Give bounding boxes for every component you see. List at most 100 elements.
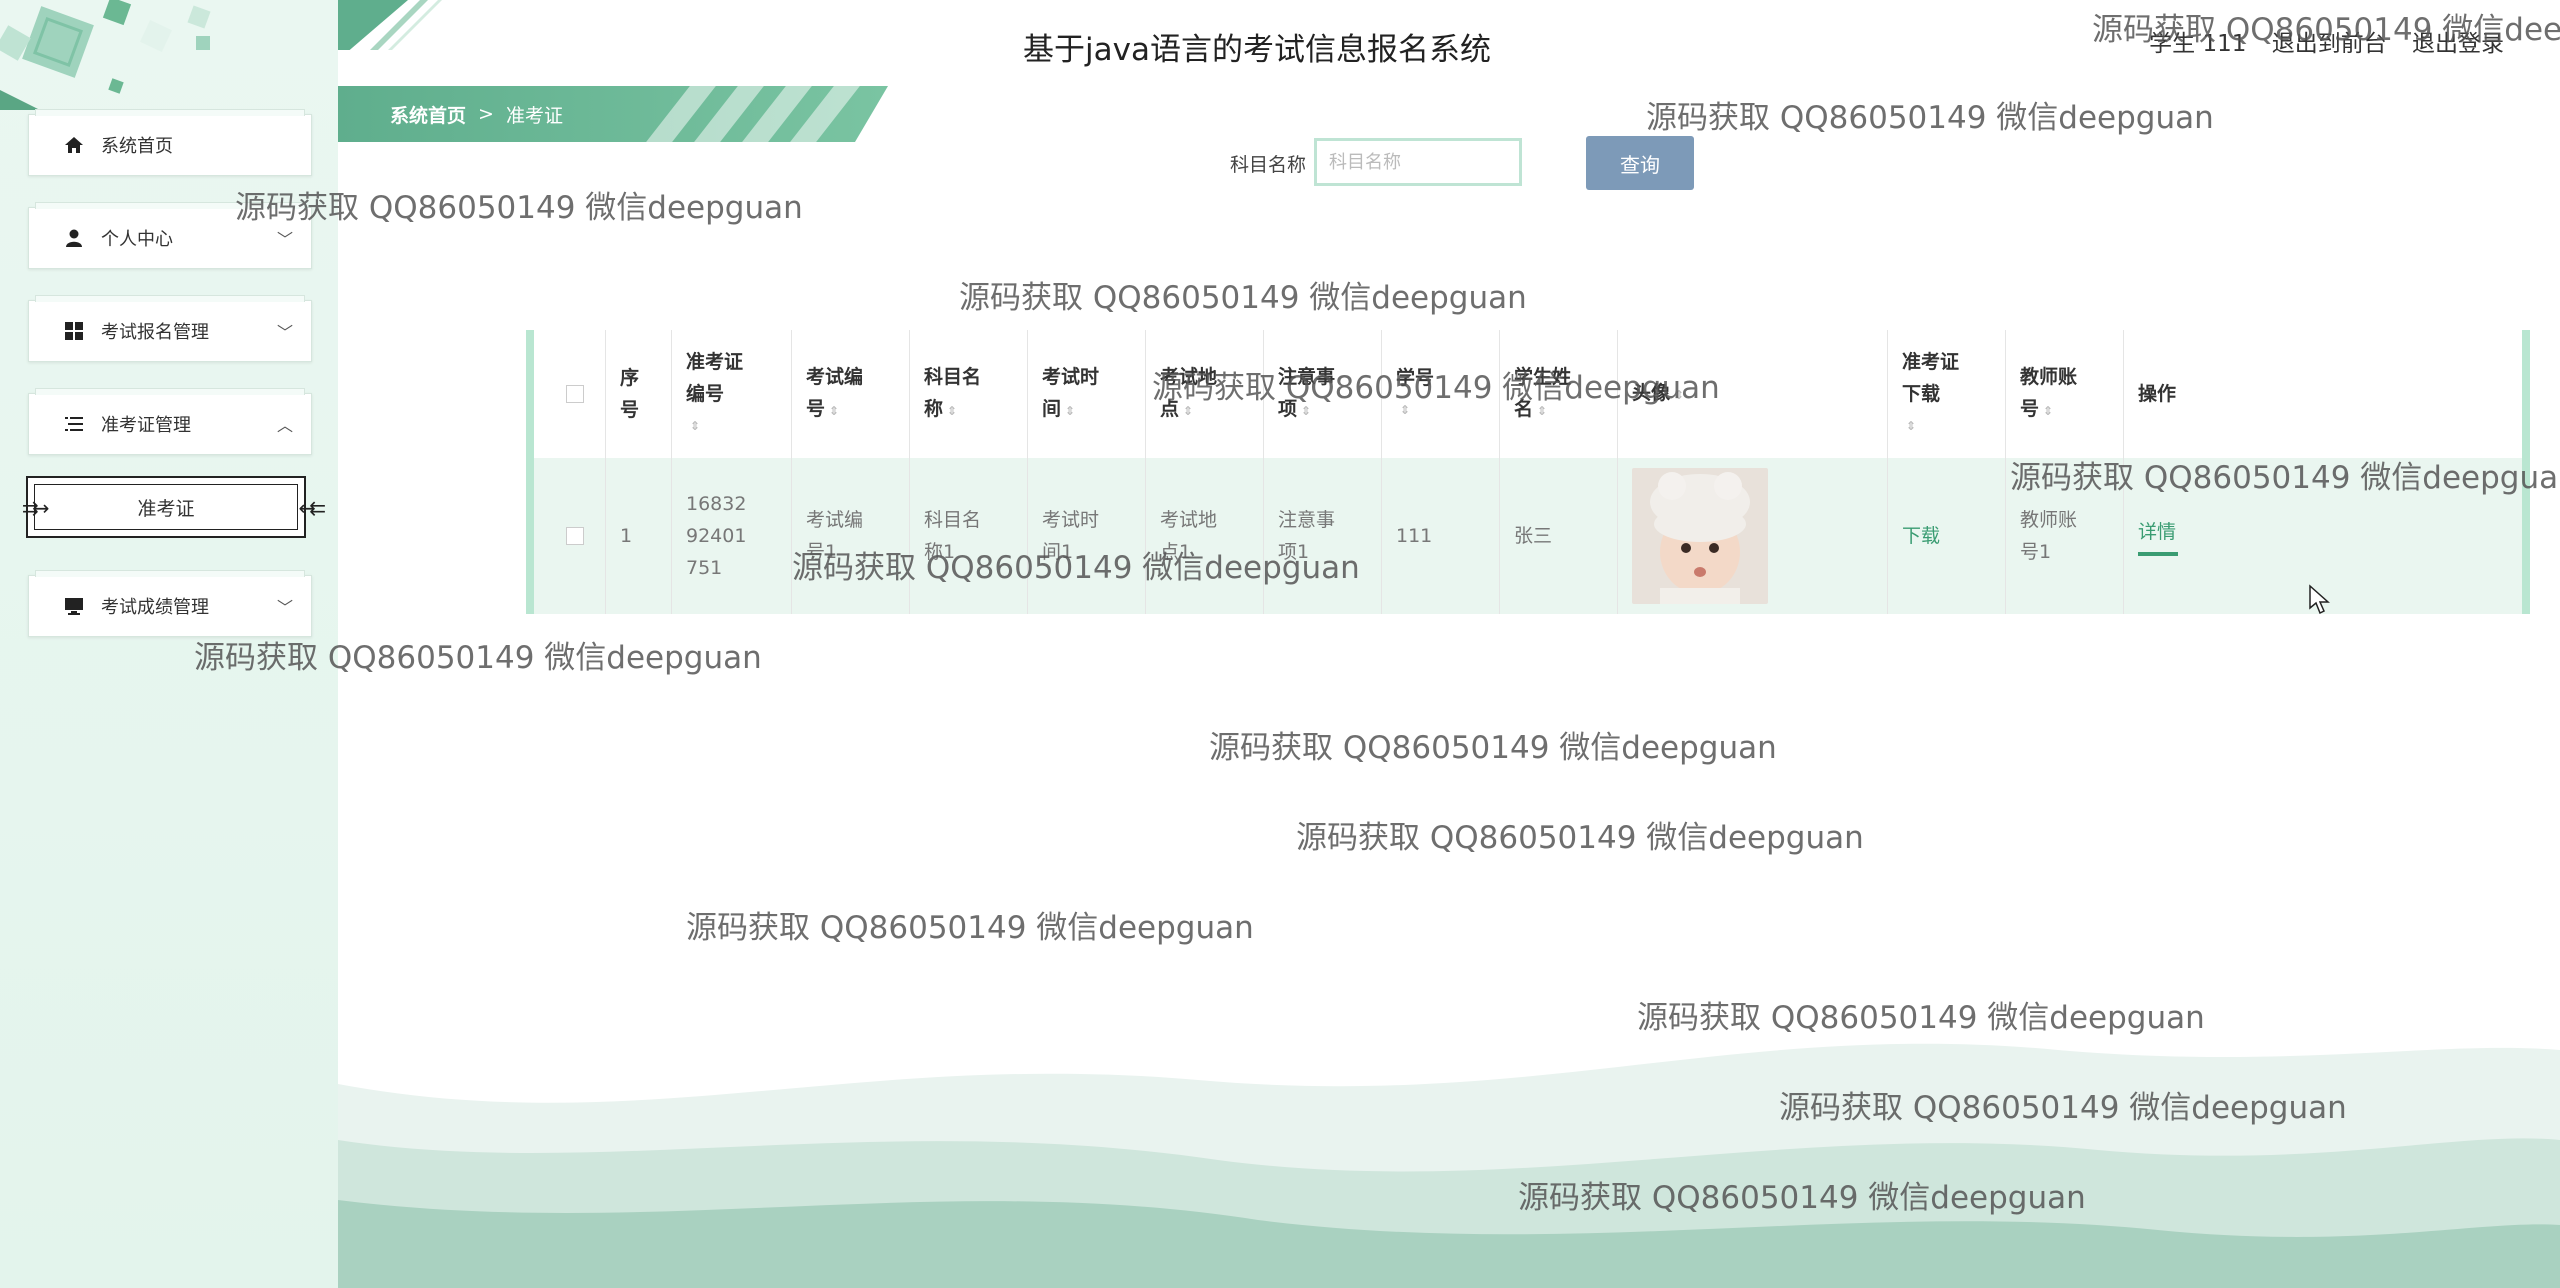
header-time[interactable]: 考试时 间 ⇕ [1028,330,1146,458]
breadcrumb-current: 准考证 [505,104,563,127]
cell-student-name: 张三 [1500,458,1618,614]
row-checkbox[interactable] [566,527,584,545]
header-text: 考试编 [806,366,864,388]
header-text: 准考证 [1902,351,1960,373]
header-text: 号 [2020,398,2040,420]
subject-search-input[interactable] [1314,138,1522,186]
user-icon [63,227,85,249]
cell-text: 考试地 [1160,509,1218,531]
watermark: 源码获取 QQ86050149 微信deepguan [1779,1090,2347,1126]
header-subject[interactable]: 科目名 称 ⇕ [910,330,1028,458]
header-text: 教师账 [2020,366,2078,388]
cell-time: 考试时 间1 [1028,458,1146,614]
cell-index: 1 [606,458,672,614]
cell-text: 科目名 [924,509,982,531]
cell-notes: 注意事 项1 [1264,458,1382,614]
search-button[interactable]: 查询 [1586,136,1694,190]
chevron-down-icon: ﹀ [276,598,293,617]
watermark: 源码获取 QQ86050149 微信deepguan [1518,1180,2086,1216]
watermark: 源码获取 QQ86050149 微信deepguan [1637,1000,2205,1036]
cell-student-no: 111 [1382,458,1500,614]
breadcrumb-home[interactable]: 系统首页 [390,101,466,128]
sidebar-item-home[interactable]: 系统首页 [28,109,312,176]
cell-text: 注意事 [1278,509,1336,531]
header-action: 操作 [2124,330,2522,458]
select-all-checkbox[interactable] [566,385,584,403]
watermark: 源码获取 QQ86050149 微信deepguan [1646,100,2214,136]
watermark: 源码获取 QQ86050149 微信deepguan [1209,730,1777,766]
sidebar-subitem-ticket[interactable]: ⇉→ 准考证 ←⇇ [22,476,326,538]
arrow-right-icon: ⇉→ [22,496,49,520]
cell-avatar [1618,458,1888,614]
watermark: 源码获取 QQ86050149 微信deepguan [2092,12,2560,48]
sidebar-item-ticket-management[interactable]: 准考证管理 ︿ [28,388,312,455]
list-icon [63,413,85,435]
sidebar-item-label: 个人中心 [101,229,173,250]
cell-text: 教师账 [2020,509,2078,531]
sidebar-item-label: 系统首页 [101,136,173,157]
header-text: 操作 [2138,383,2177,405]
cell-place: 考试地 点1 [1146,458,1264,614]
watermark: 源码获取 QQ86050149 微信deepguan [686,910,1254,946]
sort-icon[interactable]: ⇕ [2043,404,2053,418]
chevron-down-icon: ﹀ [276,230,293,249]
header-text: 间 [1042,398,1062,420]
sidebar-item-label: 准考证管理 [101,415,191,436]
sidebar-item-exam-registration[interactable]: 考试报名管理 ﹀ [28,295,312,362]
mouse-cursor-icon [2309,584,2330,615]
sidebar-item-label: 考试成绩管理 [101,597,209,618]
sort-icon[interactable]: ⇕ [690,410,777,442]
watermark: 源码获取 QQ86050149 微信deepguan [959,280,1527,316]
arrow-left-icon: ←⇇ [298,496,325,520]
sort-icon[interactable]: ⇕ [1906,410,1991,442]
grid-icon [63,320,85,342]
background-waves [338,1043,2560,1288]
header-text: 号 [806,398,826,420]
search-label: 科目名称 [1230,154,1307,176]
watermark: 源码获取 QQ86050149 微信deepguan [792,550,1360,586]
cell-text: 751 [686,557,723,579]
header-text: 科目名 [924,366,982,388]
sort-icon[interactable]: ⇕ [829,404,839,418]
header-text: 考试时 [1042,366,1100,388]
breadcrumb: 系统首页 > 准考证 [338,86,888,142]
breadcrumb-separator: > [478,103,494,125]
header-text: 号 [620,399,640,421]
sort-icon[interactable]: ⇕ [947,404,957,418]
sidebar-item-label: 考试报名管理 [101,322,209,343]
cell-text: 考试编 [806,509,864,531]
row-select [534,458,606,614]
sort-icon[interactable]: ⇕ [1065,404,1075,418]
cell-text: 考试时 [1042,509,1100,531]
avatar[interactable] [1632,468,1768,604]
cell-ticket-no: 16832 92401 751 [672,458,792,614]
header-text: 编号 [686,383,725,405]
cell-download: 下载 [1888,458,2006,614]
header-select [534,330,606,458]
header-exam-no[interactable]: 考试编 号 ⇕ [792,330,910,458]
header-download[interactable]: 准考证 下载 ⇕ [1888,330,2006,458]
header-text: 下载 [1902,383,1941,405]
sidebar-item-scores[interactable]: 考试成绩管理 ﹀ [28,570,312,637]
header-index: 序 号 [606,330,672,458]
cell-text: 号1 [2020,541,2052,563]
detail-button[interactable]: 详情 [2138,516,2178,556]
download-link[interactable]: 下载 [1902,520,1991,552]
page-title: 基于java语言的考试信息报名系统 [1023,32,1491,68]
chevron-up-icon: ︿ [276,416,293,435]
watermark: 源码获取 QQ86050149 微信deepguan [1296,820,1864,856]
watermark: 源码获取 QQ86050149 微信deepguan [194,640,762,676]
header-text: 准考证 [686,351,744,373]
cell-subject: 科目名 称1 [910,458,1028,614]
watermark: 源码获取 QQ86050149 微信deepguan [1152,370,1720,406]
watermark: 源码获取 QQ86050149 微信deepguan [2010,460,2560,496]
monitor-icon [63,595,85,617]
sidebar-decoration [0,0,211,110]
header-teacher[interactable]: 教师账 号 ⇕ [2006,330,2124,458]
sidebar-subitem-label: 准考证 [137,497,195,520]
header-decoration [338,0,442,50]
watermark: 源码获取 QQ86050149 微信deepguan [235,190,803,226]
header-text: 称 [924,398,944,420]
header-ticket-no[interactable]: 准考证 编号 ⇕ [672,330,792,458]
home-icon [63,134,85,156]
